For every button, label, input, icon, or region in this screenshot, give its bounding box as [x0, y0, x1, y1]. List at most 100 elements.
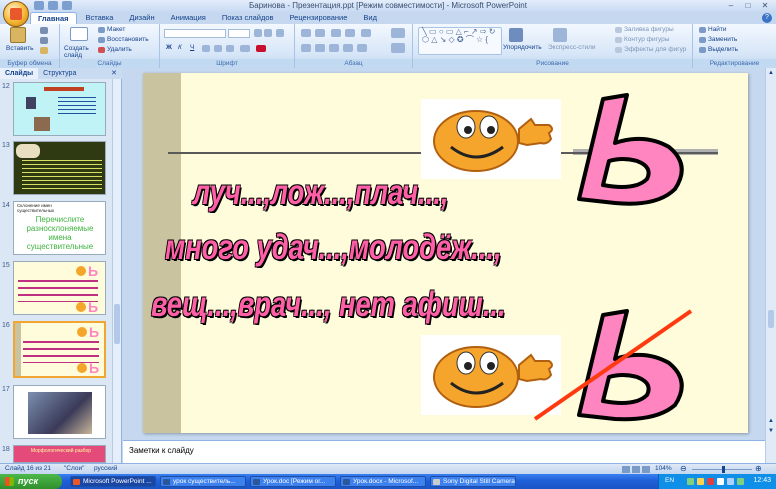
tray-app-icon[interactable]	[697, 478, 704, 485]
taskbar-item[interactable]: Microsoft PowerPoint ...	[70, 476, 156, 487]
case-icon[interactable]	[240, 45, 250, 52]
tab-view[interactable]: Вид	[356, 12, 384, 24]
font-color-icon[interactable]	[256, 45, 266, 52]
slideshow-view-icon[interactable]	[642, 466, 650, 473]
slide-canvas[interactable]: луч...,лож...,плач..., много удач...,мол…	[143, 73, 748, 433]
normal-view-icon[interactable]	[622, 466, 630, 473]
panel-scrollbar[interactable]	[112, 79, 121, 463]
slide-thumbnail-14[interactable]: Склонение имен существительных Перечисли…	[13, 201, 106, 255]
volume-icon[interactable]	[727, 478, 734, 485]
justify-icon[interactable]	[343, 44, 353, 52]
maximize-button[interactable]: □	[741, 1, 755, 10]
start-button[interactable]: пуск	[0, 474, 62, 489]
align-right-icon[interactable]	[329, 44, 339, 52]
notes-pane[interactable]: Заметки к слайду	[123, 440, 765, 463]
network-icon[interactable]	[737, 478, 744, 485]
shadow-icon[interactable]	[214, 45, 222, 52]
quick-styles-icon[interactable]	[553, 28, 567, 42]
outline-icon[interactable]	[615, 37, 622, 43]
next-slide-icon[interactable]: ▼	[768, 428, 774, 434]
slide-scrollbar[interactable]: ▲ ▲ ▼	[765, 68, 776, 463]
outdent-icon[interactable]	[345, 29, 355, 37]
scroll-up-icon[interactable]: ▲	[768, 70, 774, 76]
columns-icon[interactable]	[357, 44, 367, 52]
tab-outline[interactable]: Структура	[38, 68, 81, 79]
tab-home[interactable]: Главная	[30, 12, 77, 24]
language-indicator[interactable]: русский	[94, 465, 117, 472]
zoom-out-icon[interactable]: ⊖	[680, 464, 687, 473]
bold-icon[interactable]: Ж	[166, 44, 172, 51]
fill-button[interactable]: Заливка фигуры	[624, 26, 674, 33]
prev-slide-icon[interactable]: ▲	[768, 418, 774, 424]
slide-thumbnail-17[interactable]	[13, 385, 106, 439]
new-slide-icon[interactable]	[70, 27, 88, 41]
sorter-view-icon[interactable]	[632, 466, 640, 473]
slide-line-3[interactable]: вещ...,врач..., нет афиш...	[151, 285, 506, 325]
quick-styles-button[interactable]: Экспресс-стили	[548, 44, 596, 51]
delete-button[interactable]: Удалить	[107, 46, 132, 53]
slide-thumbnail-15[interactable]: Ь Ь	[13, 261, 106, 315]
format-painter-icon[interactable]	[40, 47, 48, 54]
arrange-icon[interactable]	[509, 28, 523, 42]
tray-app-icon[interactable]	[707, 478, 714, 485]
text-direction-icon[interactable]	[391, 28, 405, 38]
reset-button[interactable]: Восстановить	[107, 36, 149, 43]
scroll-thumb[interactable]	[768, 310, 774, 328]
keyboard-language[interactable]: EN	[665, 477, 674, 484]
minimize-button[interactable]: –	[724, 1, 738, 10]
slide-thumbnail-12[interactable]	[13, 82, 106, 136]
tray-app-icon[interactable]	[687, 478, 694, 485]
underline-icon[interactable]: Ч	[190, 44, 194, 51]
slide-thumbnail-13[interactable]	[13, 141, 106, 195]
align-center-icon[interactable]	[315, 44, 325, 52]
tab-insert[interactable]: Вставка	[79, 12, 121, 24]
copy-icon[interactable]	[40, 37, 48, 44]
taskbar-item[interactable]: Sony Digital Still Camera	[430, 476, 516, 487]
font-name-field[interactable]	[164, 29, 226, 38]
taskbar-item[interactable]: Урок.doc [Режим ог...	[250, 476, 336, 487]
close-button[interactable]: ✕	[758, 1, 772, 10]
close-icon[interactable]: ✕	[111, 69, 117, 77]
numbering-icon[interactable]	[315, 29, 325, 37]
effects-icon[interactable]	[615, 47, 622, 53]
fill-icon[interactable]	[615, 27, 622, 33]
slide-thumbnail-16[interactable]: Ь Ь	[13, 321, 106, 378]
find-button[interactable]: Найти	[708, 26, 727, 33]
paste-button[interactable]: Вставить	[6, 45, 34, 52]
smartart-icon[interactable]	[391, 43, 405, 53]
bullets-icon[interactable]	[301, 29, 311, 37]
paste-icon[interactable]	[10, 27, 26, 43]
tab-review[interactable]: Рецензирование	[282, 12, 354, 24]
indent-icon[interactable]	[331, 29, 341, 37]
help-icon[interactable]: ?	[762, 13, 772, 23]
zoom-level[interactable]: 104%	[655, 465, 672, 472]
slide-line-1[interactable]: луч...,лож...,плач...,	[193, 173, 448, 213]
shrink-font-icon[interactable]	[264, 29, 272, 37]
tab-slideshow[interactable]: Показ слайдов	[215, 12, 281, 24]
panel-scroll-thumb[interactable]	[114, 304, 120, 344]
tab-design[interactable]: Дизайн	[122, 12, 161, 24]
clear-format-icon[interactable]	[276, 29, 284, 37]
strike-icon[interactable]	[202, 45, 210, 52]
zoom-in-icon[interactable]: ⊕	[755, 464, 762, 473]
spacing-icon[interactable]	[226, 45, 234, 52]
italic-icon[interactable]: К	[178, 44, 182, 51]
align-left-icon[interactable]	[301, 44, 311, 52]
line-spacing-icon[interactable]	[361, 29, 371, 37]
effects-button[interactable]: Эффекты для фигур	[624, 46, 686, 53]
select-button[interactable]: Выделить	[708, 46, 738, 53]
grow-font-icon[interactable]	[254, 29, 262, 37]
office-button[interactable]	[3, 1, 29, 27]
outline-button[interactable]: Контур фигуры	[624, 36, 669, 43]
layout-button[interactable]: Макет	[107, 26, 125, 33]
taskbar-item[interactable]: Урок.docx - Microsof...	[340, 476, 426, 487]
zoom-slider-thumb[interactable]	[722, 466, 725, 473]
slide-thumbnail-18[interactable]: Морфологический разбор	[13, 445, 106, 463]
taskbar-item[interactable]: урок существитель...	[160, 476, 246, 487]
font-size-field[interactable]	[228, 29, 250, 38]
tab-animation[interactable]: Анимация	[164, 12, 213, 24]
new-slide-button[interactable]: Создать слайд	[64, 45, 98, 59]
arrange-button[interactable]: Упорядочить	[503, 44, 542, 51]
replace-button[interactable]: Заменить	[708, 36, 737, 43]
slide-line-2[interactable]: много удач...,молодёж...,	[165, 228, 502, 268]
